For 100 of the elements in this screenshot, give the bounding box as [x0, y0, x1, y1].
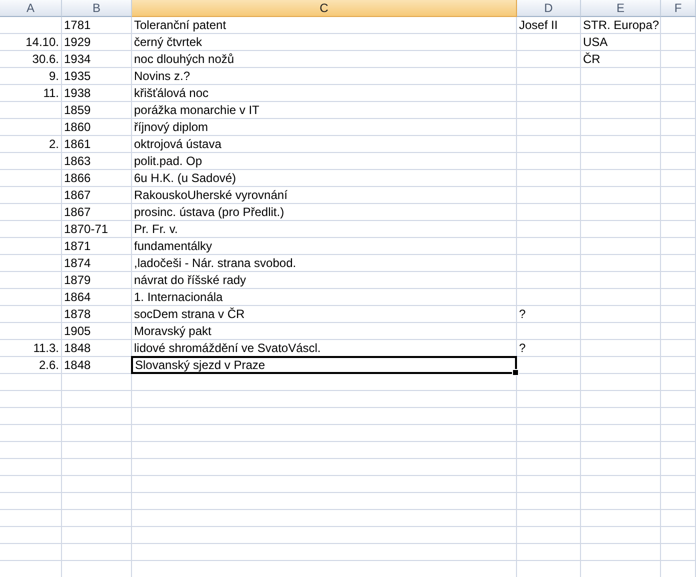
- table-cell[interactable]: [0, 544, 62, 561]
- table-cell[interactable]: [517, 119, 581, 136]
- table-cell[interactable]: 1781: [62, 17, 132, 34]
- table-cell[interactable]: [0, 374, 62, 391]
- table-cell[interactable]: [517, 289, 581, 306]
- table-cell[interactable]: [0, 119, 62, 136]
- table-cell[interactable]: 11.3.: [0, 340, 62, 357]
- table-cell[interactable]: [62, 442, 132, 459]
- table-cell[interactable]: 1934: [62, 51, 132, 68]
- table-cell[interactable]: [661, 510, 696, 527]
- table-cell[interactable]: [0, 170, 62, 187]
- table-cell[interactable]: 1879: [62, 272, 132, 289]
- table-cell[interactable]: [661, 119, 696, 136]
- table-cell[interactable]: [517, 102, 581, 119]
- table-cell[interactable]: [0, 102, 62, 119]
- table-cell[interactable]: [661, 34, 696, 51]
- table-cell[interactable]: [0, 476, 62, 493]
- column-header[interactable]: A: [0, 0, 62, 17]
- table-cell[interactable]: [581, 204, 661, 221]
- table-cell[interactable]: [581, 187, 661, 204]
- table-cell[interactable]: 1878: [62, 306, 132, 323]
- table-cell[interactable]: ,ladočeši - Nár. strana svobod.: [132, 255, 517, 272]
- table-cell[interactable]: [581, 136, 661, 153]
- table-cell[interactable]: [661, 289, 696, 306]
- table-cell[interactable]: [581, 391, 661, 408]
- table-cell[interactable]: 2.6.: [0, 357, 62, 374]
- table-cell[interactable]: 1863: [62, 153, 132, 170]
- column-header[interactable]: E: [581, 0, 661, 17]
- table-cell[interactable]: [62, 374, 132, 391]
- table-cell[interactable]: [661, 170, 696, 187]
- table-cell[interactable]: [517, 374, 581, 391]
- table-cell[interactable]: [517, 476, 581, 493]
- table-cell[interactable]: [581, 544, 661, 561]
- table-cell[interactable]: křišťálová noc: [132, 85, 517, 102]
- table-cell[interactable]: [0, 323, 62, 340]
- table-cell[interactable]: polit.pad. Op: [132, 153, 517, 170]
- table-cell[interactable]: [0, 187, 62, 204]
- table-cell[interactable]: [517, 527, 581, 544]
- table-cell[interactable]: [661, 187, 696, 204]
- table-cell[interactable]: černý čtvrtek: [132, 34, 517, 51]
- table-cell[interactable]: [661, 221, 696, 238]
- table-cell[interactable]: ?: [517, 306, 581, 323]
- table-cell[interactable]: 1938: [62, 85, 132, 102]
- table-cell[interactable]: [62, 476, 132, 493]
- table-cell[interactable]: [0, 391, 62, 408]
- table-cell[interactable]: říjnový diplom: [132, 119, 517, 136]
- table-cell[interactable]: [581, 238, 661, 255]
- table-cell[interactable]: [581, 493, 661, 510]
- table-cell[interactable]: [661, 374, 696, 391]
- table-cell[interactable]: [581, 68, 661, 85]
- column-header[interactable]: D: [517, 0, 581, 17]
- column-header[interactable]: C: [132, 0, 517, 17]
- table-cell[interactable]: [581, 510, 661, 527]
- table-cell[interactable]: [517, 136, 581, 153]
- table-cell[interactable]: [0, 527, 62, 544]
- table-cell[interactable]: [661, 17, 696, 34]
- table-cell[interactable]: Pr. Fr. v.: [132, 221, 517, 238]
- table-cell[interactable]: [517, 170, 581, 187]
- table-cell[interactable]: Slovanský sjezd v Praze: [131, 356, 517, 374]
- table-cell[interactable]: 1859: [62, 102, 132, 119]
- table-cell[interactable]: Novins z.?: [132, 68, 517, 85]
- table-cell[interactable]: Josef II: [517, 17, 581, 34]
- table-cell[interactable]: [661, 238, 696, 255]
- table-cell[interactable]: [661, 272, 696, 289]
- table-cell[interactable]: 1867: [62, 204, 132, 221]
- table-cell[interactable]: [0, 17, 62, 34]
- table-cell[interactable]: [581, 357, 661, 374]
- table-cell[interactable]: [581, 306, 661, 323]
- table-cell[interactable]: [661, 204, 696, 221]
- table-cell[interactable]: [581, 323, 661, 340]
- table-cell[interactable]: [661, 153, 696, 170]
- table-cell[interactable]: [581, 102, 661, 119]
- table-cell[interactable]: [0, 425, 62, 442]
- table-cell[interactable]: 9.: [0, 68, 62, 85]
- table-cell[interactable]: 1929: [62, 34, 132, 51]
- table-cell[interactable]: [132, 493, 517, 510]
- table-cell[interactable]: 1848: [62, 357, 132, 374]
- table-cell[interactable]: fundamentálky: [132, 238, 517, 255]
- table-cell[interactable]: [0, 493, 62, 510]
- table-cell[interactable]: [132, 425, 517, 442]
- table-cell[interactable]: [62, 425, 132, 442]
- table-cell[interactable]: [62, 459, 132, 476]
- table-cell[interactable]: [581, 170, 661, 187]
- table-cell[interactable]: [581, 153, 661, 170]
- table-cell[interactable]: [661, 255, 696, 272]
- table-cell[interactable]: [517, 544, 581, 561]
- table-cell[interactable]: 1905: [62, 323, 132, 340]
- table-cell[interactable]: [517, 357, 581, 374]
- table-cell[interactable]: oktrojová ústava: [132, 136, 517, 153]
- table-cell[interactable]: [661, 340, 696, 357]
- table-cell[interactable]: 1874: [62, 255, 132, 272]
- table-cell[interactable]: [661, 323, 696, 340]
- table-cell[interactable]: ČR: [581, 51, 661, 68]
- table-cell[interactable]: [517, 459, 581, 476]
- table-cell[interactable]: lidové shromáždění ve SvatoVáscl.: [132, 340, 517, 357]
- table-cell[interactable]: RakouskoUherské vyrovnání: [132, 187, 517, 204]
- table-cell[interactable]: [0, 289, 62, 306]
- table-cell[interactable]: [517, 238, 581, 255]
- fill-handle[interactable]: [512, 369, 519, 376]
- table-cell[interactable]: [62, 391, 132, 408]
